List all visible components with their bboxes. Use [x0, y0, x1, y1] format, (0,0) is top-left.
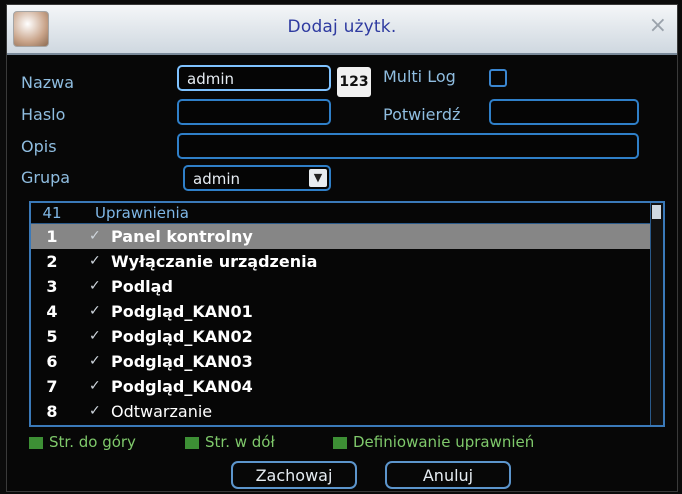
permission-number: 8 [46, 402, 58, 421]
multilog-checkbox[interactable] [489, 69, 507, 87]
page-down-hint[interactable]: Str. w dół [185, 433, 275, 451]
close-icon[interactable]: × [649, 15, 667, 37]
permission-checkbox[interactable]: ✓ [89, 353, 101, 369]
page-up-hint[interactable]: Str. do góry [29, 433, 136, 451]
cancel-button[interactable]: Anuluj [385, 461, 511, 489]
permission-row[interactable]: 4 ✓ Podgląd_KAN01 [31, 299, 663, 324]
keyboard-input-icon[interactable]: 123 [337, 67, 371, 97]
permission-row[interactable]: 2 ✓ Wyłączanie urządzenia [31, 249, 663, 274]
permission-name: Wyłączanie urządzenia [111, 252, 318, 271]
define-permissions-hint[interactable]: Definiowanie uprawnień [333, 433, 534, 451]
permission-number: 4 [46, 302, 58, 321]
permissions-list[interactable]: 41 Uprawnienia 1 ✓ Panel kontrolny 2 ✓ Wyłącz… [29, 201, 665, 427]
password-field[interactable] [177, 99, 331, 125]
scrollbar-thumb[interactable] [652, 205, 661, 219]
permission-number: 7 [46, 377, 58, 396]
page-down-icon [185, 436, 199, 449]
permission-row[interactable]: 1 ✓ Panel kontrolny [31, 224, 663, 249]
permission-name: Panel kontrolny [111, 227, 253, 246]
permission-number: 2 [46, 252, 58, 271]
haslo-label: Haslo [21, 105, 66, 124]
nazwa-label: Nazwa [21, 73, 75, 92]
permission-number: 3 [46, 277, 58, 296]
permission-row[interactable]: 8 ✓ Odtwarzanie [31, 399, 663, 424]
opis-label: Opis [21, 137, 57, 156]
permission-name: Odtwarzanie [111, 402, 213, 421]
list-scrollbar[interactable] [650, 203, 663, 425]
list-header: 41 Uprawnienia [31, 203, 663, 224]
permission-count: 41 [42, 204, 62, 222]
chevron-down-icon[interactable]: ▼ [309, 169, 327, 187]
confirm-password-field[interactable] [489, 99, 639, 125]
title-bar: Dodaj użytk. × [7, 5, 677, 55]
dialog-title: Dodaj użytk. [287, 17, 397, 37]
define-permissions-icon [333, 436, 347, 449]
permission-row[interactable]: 3 ✓ Podląd [31, 274, 663, 299]
group-select-value: admin [193, 170, 240, 188]
username-field[interactable]: admin [177, 65, 331, 91]
permission-name: Podgląd_KAN01 [111, 302, 253, 321]
description-field[interactable] [177, 133, 639, 159]
group-select[interactable]: admin ▼ [183, 165, 331, 191]
permission-name: Podgląd_KAN04 [111, 377, 253, 396]
permission-row[interactable]: 7 ✓ Podgląd_KAN04 [31, 374, 663, 399]
add-user-dialog: Dodaj użytk. × Nazwa admin 123 Multi Log… [6, 4, 678, 492]
permission-name: Podgląd_KAN03 [111, 352, 253, 371]
define-permissions-label: Definiowanie uprawnień [353, 433, 535, 451]
grupa-label: Grupa [21, 168, 71, 187]
permission-name: Podląd [111, 277, 173, 296]
page-down-label: Str. w dół [205, 433, 275, 451]
permission-checkbox[interactable]: ✓ [89, 328, 101, 344]
permission-checkbox[interactable]: ✓ [89, 403, 101, 419]
multilog-label: Multi Log [383, 67, 456, 86]
permission-number: 5 [46, 327, 58, 346]
page-up-label: Str. do góry [49, 433, 136, 451]
permissions-column-title: Uprawnienia [95, 204, 189, 222]
permission-number: 6 [46, 352, 58, 371]
permission-row[interactable]: 5 ✓ Podgląd_KAN02 [31, 324, 663, 349]
permission-checkbox[interactable]: ✓ [89, 253, 101, 269]
permission-number: 1 [46, 227, 58, 246]
page-up-icon [29, 436, 43, 449]
save-button[interactable]: Zachowaj [231, 461, 357, 489]
permission-checkbox[interactable]: ✓ [89, 228, 101, 244]
potwierdz-label: Potwierdź [383, 105, 461, 124]
permission-checkbox[interactable]: ✓ [89, 278, 101, 294]
permission-name: Podgląd_KAN02 [111, 327, 253, 346]
permission-row[interactable]: 6 ✓ Podgląd_KAN03 [31, 349, 663, 374]
permission-checkbox[interactable]: ✓ [89, 303, 101, 319]
permission-checkbox[interactable]: ✓ [89, 378, 101, 394]
